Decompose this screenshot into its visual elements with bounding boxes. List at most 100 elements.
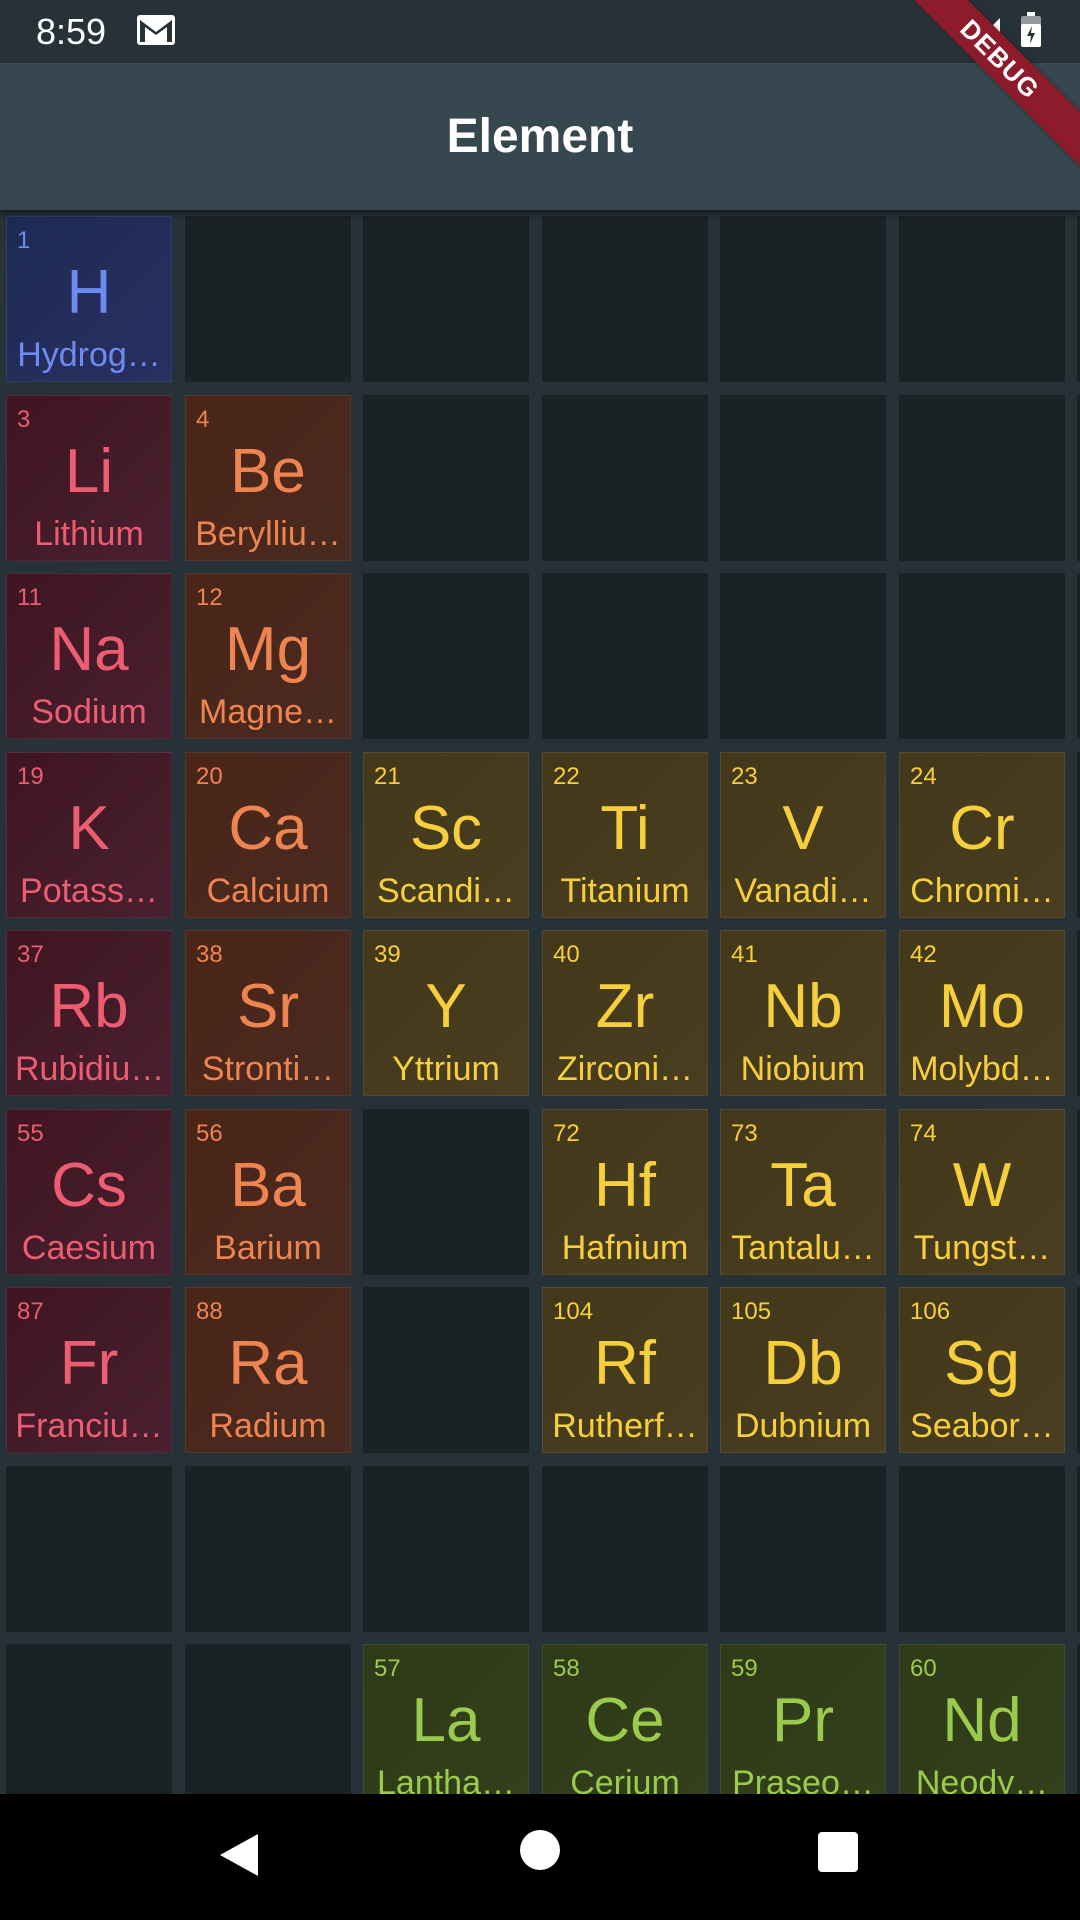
element-name: Rutherf… (552, 1407, 698, 1445)
element-tile[interactable]: 87 Fr Franciu… (6, 1287, 172, 1453)
element-tile[interactable]: 23 V Vanadi… (720, 752, 886, 918)
element-tile[interactable]: 57 La Lantha… (363, 1644, 529, 1794)
element-symbol: Rf (594, 1329, 656, 1398)
element-tile[interactable]: 40 Zr Zirconi… (542, 930, 708, 1096)
element-tile[interactable]: 21 Sc Scandi… (363, 752, 529, 918)
empty-cell (363, 1466, 529, 1632)
atomic-number: 24 (910, 763, 937, 790)
element-name: Dubnium (734, 1407, 872, 1445)
element-tile[interactable]: 4 Be Berylliu… (185, 395, 351, 561)
empty-cell (720, 395, 886, 561)
atomic-number: 21 (374, 763, 401, 790)
atomic-number: 106 (910, 1298, 951, 1325)
element-name: Neody… (915, 1764, 1049, 1794)
empty-cell (720, 216, 886, 382)
empty-cell (363, 1109, 529, 1275)
element-name: Niobium (740, 1050, 866, 1088)
element-tile[interactable]: 38 Sr Stronti… (185, 930, 351, 1096)
element-symbol: Ca (228, 794, 308, 863)
empty-cell (899, 216, 1065, 382)
element-tile[interactable]: 24 Cr Chromi… (899, 752, 1065, 918)
element-tile[interactable]: 58 Ce Cerium (542, 1644, 708, 1794)
element-tile[interactable]: 39 Y Yttrium (363, 930, 529, 1096)
element-symbol: Cs (51, 1151, 127, 1220)
element-symbol: Y (425, 972, 467, 1041)
status-bar: 8:59 (0, 0, 1080, 63)
element-tile[interactable]: 105 Db Dubnium (720, 1287, 886, 1453)
empty-cell (720, 573, 886, 739)
element-name: Molybd… (910, 1050, 1054, 1088)
back-icon[interactable] (214, 1830, 264, 1880)
element-tile[interactable]: 59 Pr Praseo… (720, 1644, 886, 1794)
atomic-number: 60 (910, 1655, 937, 1682)
element-name: Zirconi… (556, 1050, 694, 1088)
element-tile[interactable]: 56 Ba Barium (185, 1109, 351, 1275)
element-symbol: H (66, 258, 112, 327)
element-name: Hafnium (561, 1229, 689, 1267)
periodic-table-grid: 1 H Hydrog… 3 Li Lithium 4 Be Berylliu… 11 Na Sodiu… (0, 210, 1080, 1794)
element-tile[interactable]: 3 Li Lithium (6, 395, 172, 561)
empty-cell (363, 216, 529, 382)
empty-cell (363, 395, 529, 561)
element-tile[interactable]: 42 Mo Molybd… (899, 930, 1065, 1096)
gmail-icon (137, 15, 175, 45)
element-symbol: Ba (230, 1151, 306, 1220)
empty-cell (185, 1644, 351, 1794)
element-name: Seabor… (910, 1407, 1054, 1445)
element-name: Rubidiu… (15, 1050, 163, 1088)
element-tile[interactable]: 88 Ra Radium (185, 1287, 351, 1453)
empty-cell (185, 216, 351, 382)
element-symbol: Hf (594, 1151, 656, 1220)
element-tile[interactable]: 104 Rf Rutherf… (542, 1287, 708, 1453)
element-symbol: La (411, 1686, 481, 1755)
empty-cell (542, 1466, 708, 1632)
atomic-number: 41 (731, 941, 758, 968)
element-tile[interactable]: 22 Ti Titanium (542, 752, 708, 918)
element-symbol: Cr (949, 794, 1015, 863)
element-name: Lithium (34, 515, 144, 553)
navigation-bar (0, 1794, 1080, 1920)
empty-cell (542, 395, 708, 561)
element-symbol: Sr (237, 972, 299, 1041)
empty-cell (899, 395, 1065, 561)
element-tile[interactable]: 12 Mg Magne… (185, 573, 351, 739)
element-name: Lantha… (377, 1764, 515, 1794)
atomic-number: 58 (553, 1655, 580, 1682)
element-tile[interactable]: 19 K Potass… (6, 752, 172, 918)
empty-cell (542, 216, 708, 382)
atomic-number: 19 (17, 763, 44, 790)
element-name: Barium (214, 1229, 322, 1267)
atomic-number: 22 (553, 763, 580, 790)
element-tile[interactable]: 72 Hf Hafnium (542, 1109, 708, 1275)
recents-icon[interactable] (818, 1832, 858, 1872)
element-name: Tungst… (913, 1229, 1051, 1267)
element-name: Titanium (560, 872, 690, 910)
empty-cell (363, 1287, 529, 1453)
element-name: Stronti… (201, 1050, 335, 1088)
element-tile[interactable]: 1 H Hydrog… (6, 216, 172, 382)
element-symbol: Fr (59, 1329, 119, 1398)
element-tile[interactable]: 55 Cs Caesium (6, 1109, 172, 1275)
element-symbol: Nb (763, 972, 843, 1041)
status-time: 8:59 (36, 11, 107, 52)
element-symbol: Mg (224, 615, 312, 684)
element-symbol: K (68, 794, 110, 863)
atomic-number: 56 (196, 1120, 223, 1147)
element-symbol: Be (230, 437, 306, 506)
element-symbol: Zr (595, 972, 655, 1041)
element-tile[interactable]: 106 Sg Seabor… (899, 1287, 1065, 1453)
element-tile[interactable]: 73 Ta Tantalu… (720, 1109, 886, 1275)
home-icon[interactable] (520, 1830, 560, 1870)
element-tile[interactable]: 74 W Tungst… (899, 1109, 1065, 1275)
element-name: Caesium (21, 1229, 157, 1267)
element-tile[interactable]: 37 Rb Rubidiu… (6, 930, 172, 1096)
element-name: Scandi… (377, 872, 515, 910)
element-tile[interactable]: 41 Nb Niobium (720, 930, 886, 1096)
atomic-number: 73 (731, 1120, 758, 1147)
element-tile[interactable]: 60 Nd Neody… (899, 1644, 1065, 1794)
element-tile[interactable]: 20 Ca Calcium (185, 752, 351, 918)
element-name: Yttrium (392, 1050, 500, 1088)
atomic-number: 23 (731, 763, 758, 790)
element-name: Sodium (31, 693, 147, 731)
element-tile[interactable]: 11 Na Sodium (6, 573, 172, 739)
